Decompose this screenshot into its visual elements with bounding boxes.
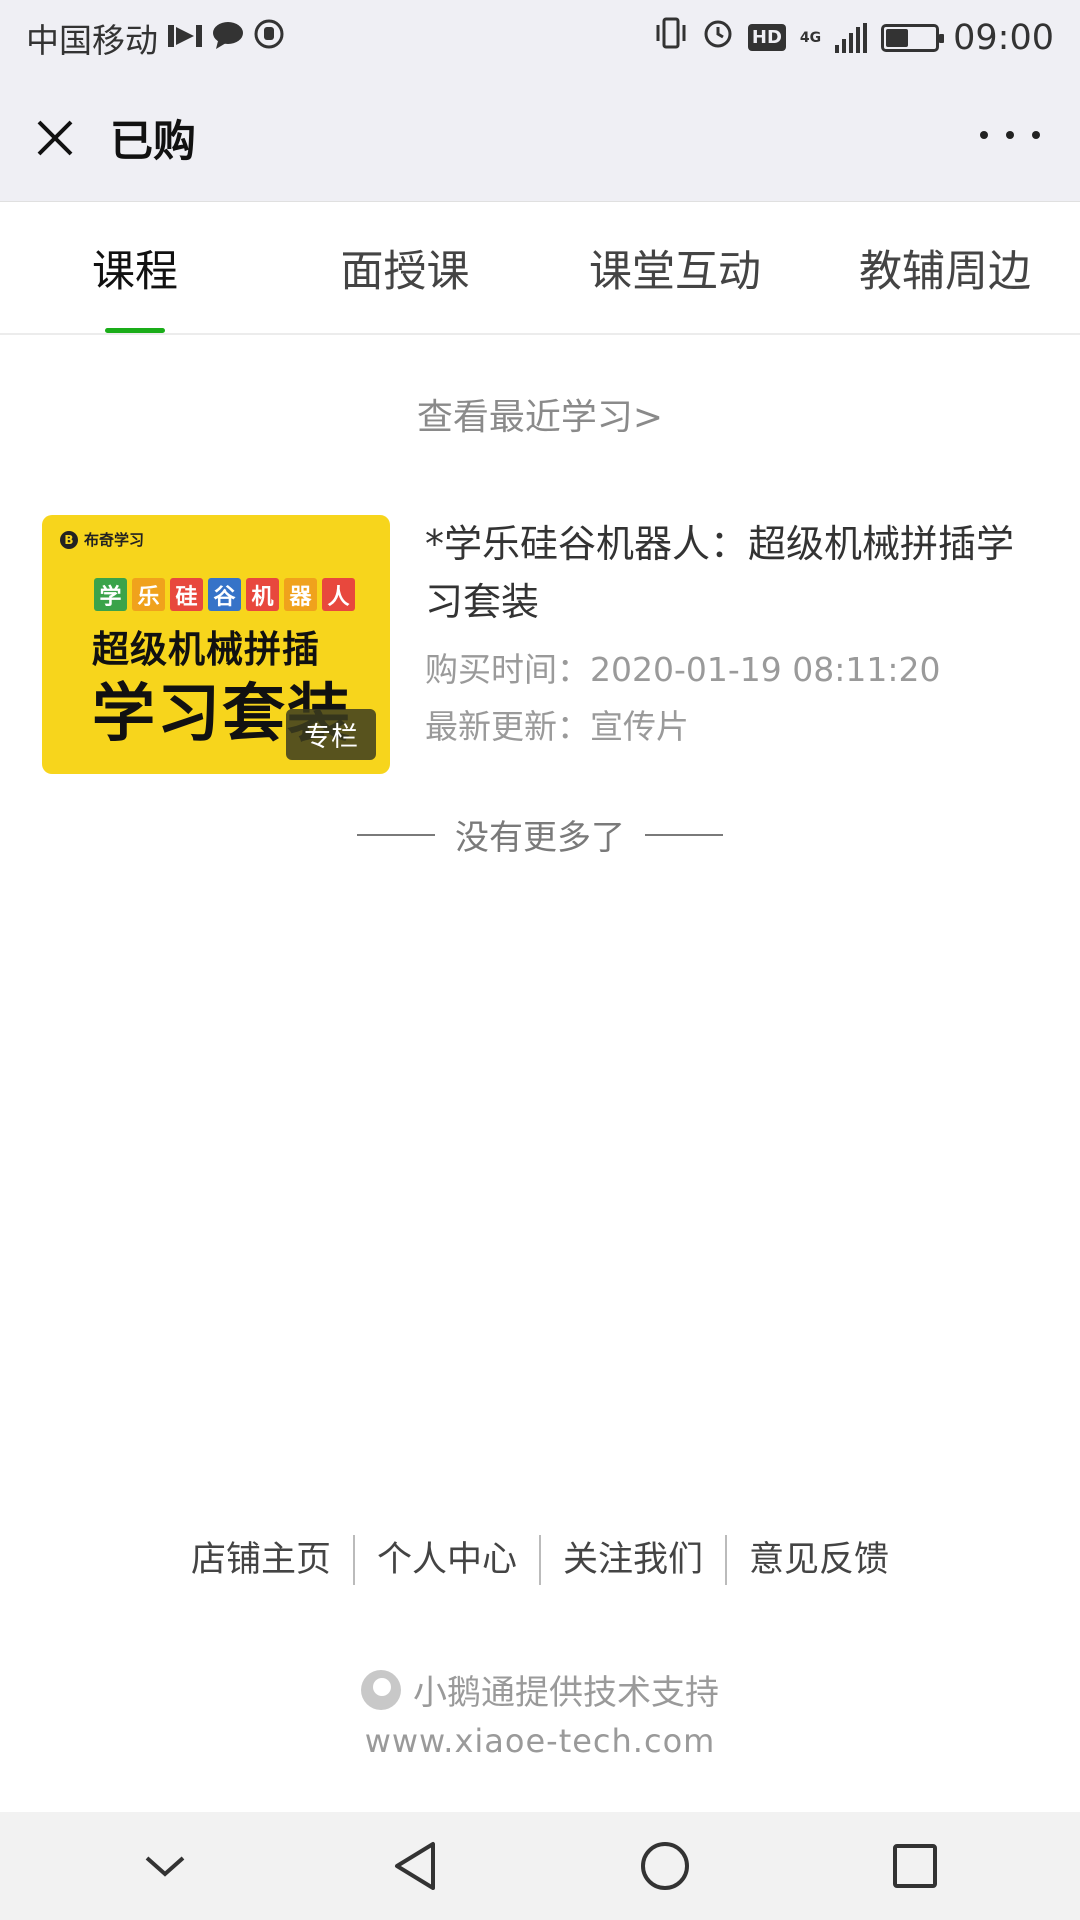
back-button[interactable] (375, 1826, 455, 1906)
more-button[interactable] (980, 115, 1040, 155)
battery-level (886, 28, 908, 47)
page-title: 已购 (110, 117, 196, 167)
footer-link-shop-home[interactable]: 店铺主页 (169, 1535, 355, 1585)
logo-icon: B (60, 530, 78, 549)
media-icon (168, 18, 202, 57)
cover-blocks: 学 乐 硅 谷 机 器 人 (94, 578, 355, 611)
divider-line (357, 833, 435, 836)
tab-in-person[interactable]: 面授课 (270, 203, 540, 333)
powered-by: 小鹅通提供技术支持 (0, 1665, 1080, 1714)
cover-block: 乐 (132, 578, 165, 611)
status-bar: 中国移动 HD 4G 09:00 (0, 0, 1080, 75)
cover-logo-text: 布奇学习 (84, 531, 145, 549)
cover-block: 机 (246, 578, 279, 611)
cover-block: 谷 (208, 578, 241, 611)
tab-courses[interactable]: 课程 (0, 203, 270, 333)
course-item[interactable]: B 布奇学习 学 乐 硅 谷 机 器 人 超级机械拼插 学习套装 专栏 *学乐硅… (42, 515, 1042, 775)
cover-block: 学 (94, 578, 127, 611)
cover-block: 硅 (170, 578, 203, 611)
close-icon (37, 120, 73, 156)
website-url: www.xiaoe-tech.com (364, 1722, 716, 1760)
status-left: 中国移动 (26, 14, 284, 62)
chat-bubble-icon (212, 18, 244, 57)
xiaoe-logo-icon (361, 1669, 401, 1710)
column-badge: 专栏 (286, 709, 376, 760)
tab-materials[interactable]: 教辅周边 (810, 203, 1080, 333)
purchase-time: 购买时间：2020-01-19 08:11:20 (425, 650, 941, 689)
cover-block: 人 (322, 578, 355, 611)
cover-logo: B 布奇学习 (60, 529, 144, 550)
more-dot-icon (1006, 131, 1014, 139)
signal-icon (835, 22, 868, 53)
cover-block: 器 (284, 578, 317, 611)
recent-learning-link[interactable]: 查看最近学习> (0, 388, 1080, 440)
close-button[interactable] (20, 103, 90, 173)
hide-nav-button[interactable] (125, 1826, 205, 1906)
no-more-indicator: 没有更多了 (0, 810, 1080, 859)
home-circle-icon (641, 1842, 689, 1890)
course-info: *学乐硅谷机器人：超级机械拼插学习套装 购买时间：2020-01-19 08:1… (425, 515, 1025, 775)
divider-line (645, 833, 723, 836)
tab-classroom-interaction[interactable]: 课堂互动 (540, 203, 810, 333)
clock: 09:00 (953, 17, 1054, 58)
recents-square-icon (893, 1844, 937, 1888)
no-more-text: 没有更多了 (455, 818, 625, 858)
recents-button[interactable] (875, 1826, 955, 1906)
more-dot-icon (1032, 131, 1040, 139)
course-title[interactable]: *学乐硅谷机器人：超级机械拼插学习套装 (425, 515, 1025, 631)
powered-by-text: 小鹅通提供技术支持 (413, 1673, 719, 1713)
tab-bar: 课程 面授课 课堂互动 教辅周边 (0, 203, 1080, 335)
chevron-down-icon (145, 1856, 185, 1877)
status-right: HD 4G 09:00 (654, 17, 1054, 58)
alarm-icon (702, 17, 734, 58)
more-dot-icon (980, 131, 988, 139)
course-meta: 购买时间：2020-01-19 08:11:20 最新更新：宣传片 (425, 641, 1025, 755)
footer-link-follow-us[interactable]: 关注我们 (541, 1535, 728, 1585)
home-button[interactable] (625, 1826, 705, 1906)
latest-update: 最新更新：宣传片 (425, 707, 689, 746)
network-4g-label: 4G (799, 29, 822, 46)
course-cover[interactable]: B 布奇学习 学 乐 硅 谷 机 器 人 超级机械拼插 学习套装 专栏 (42, 515, 390, 774)
vibrate-icon (654, 17, 688, 58)
footer-link-feedback[interactable]: 意见反馈 (727, 1535, 911, 1585)
hand-shield-icon (254, 18, 284, 57)
hd-icon: HD (747, 24, 786, 51)
back-triangle-icon (395, 1842, 435, 1890)
system-nav-bar (0, 1812, 1080, 1920)
footer-link-personal-center[interactable]: 个人中心 (355, 1535, 541, 1585)
footer-links: 店铺主页 个人中心 关注我们 意见反馈 (0, 1535, 1080, 1585)
battery-icon (881, 23, 945, 52)
nav-bar: 已购 (0, 75, 1080, 202)
carrier-label: 中国移动 (26, 20, 158, 60)
